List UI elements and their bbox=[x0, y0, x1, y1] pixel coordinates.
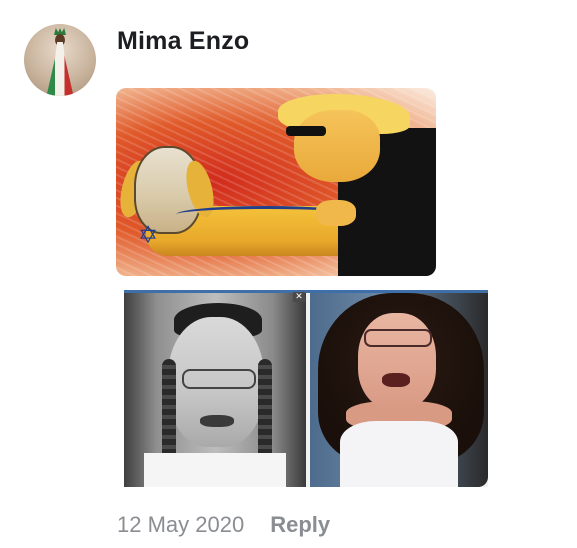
comment-image-cartoon[interactable]: ✡ bbox=[116, 88, 436, 276]
photo-left-shirt bbox=[144, 453, 286, 487]
author-name[interactable]: Mima Enzo bbox=[117, 26, 249, 56]
photo-left-mouth bbox=[200, 415, 234, 427]
cartoon-man-face bbox=[294, 110, 380, 182]
avatar-dress bbox=[46, 42, 74, 96]
photo-left-glasses bbox=[182, 369, 256, 389]
reply-button[interactable]: Reply bbox=[270, 512, 330, 538]
cartoon-man-hand bbox=[316, 200, 356, 226]
author-avatar[interactable] bbox=[24, 24, 96, 96]
close-icon[interactable]: ✕ bbox=[293, 292, 305, 302]
photo-right-top bbox=[340, 421, 458, 487]
photo-right-glasses bbox=[364, 329, 432, 347]
photo-right-mouth bbox=[382, 373, 410, 387]
comment-image-collage[interactable]: ✕ bbox=[124, 290, 488, 487]
photo-left[interactable] bbox=[124, 293, 306, 487]
cartoon-man-glasses bbox=[286, 126, 326, 136]
comment-timestamp[interactable]: 12 May 2020 bbox=[117, 512, 244, 538]
photo-right[interactable] bbox=[310, 293, 488, 487]
star-icon: ✡ bbox=[138, 222, 159, 249]
photo-right-face bbox=[358, 313, 436, 409]
comment-meta-row: 12 May 2020 Reply bbox=[117, 510, 330, 540]
